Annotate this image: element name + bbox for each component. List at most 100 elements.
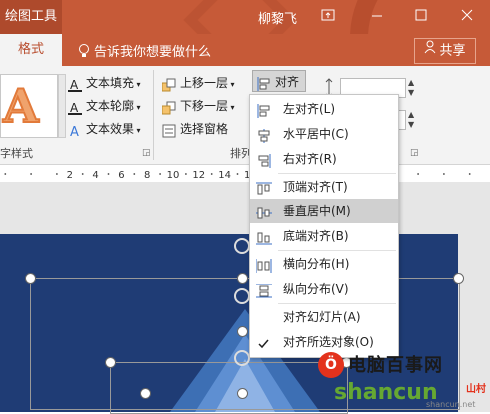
share-label: 共享 — [439, 43, 466, 59]
bring-forward-label: 上移一层 — [180, 76, 229, 90]
svg-text:A: A — [70, 125, 79, 138]
menu-separator — [278, 173, 396, 174]
align-button[interactable]: 对齐 ▾ — [252, 70, 306, 112]
width-spinner[interactable]: ▲ ▼ — [408, 110, 414, 130]
ruler-tick — [417, 173, 419, 175]
menu-separator — [278, 303, 396, 304]
menu-item-align-right[interactable]: 右对齐(R) — [250, 147, 398, 171]
ruler-tick — [159, 173, 162, 175]
selection-pane-button[interactable]: 选择窗格 — [162, 118, 228, 140]
ribbon-display-options-icon[interactable] — [317, 8, 339, 26]
rotate-handle-icon[interactable] — [234, 238, 250, 254]
align-bottom-icon — [256, 229, 272, 245]
ruler-label: 2 — [67, 170, 73, 181]
ruler-label: 4 — [92, 170, 98, 181]
selection-pane-label: 选择窗格 — [180, 122, 229, 136]
ruler-tick — [133, 173, 136, 175]
bring-forward-icon — [161, 77, 176, 91]
ruler-tick — [185, 173, 187, 175]
text-outline-icon: A — [68, 100, 82, 115]
user-name[interactable]: 柳黎飞 — [258, 8, 297, 27]
resize-handle[interactable] — [140, 388, 151, 399]
align-right-icon — [256, 152, 272, 168]
text-outline-label: 文本轮廓 — [86, 99, 135, 113]
send-backward-label: 下移一层 — [180, 99, 229, 113]
watermark-name: 电脑百事网 — [348, 355, 443, 376]
checkmark-icon — [256, 335, 272, 349]
wordart-gallery[interactable]: A — [0, 74, 58, 138]
size-dialog-launcher-icon[interactable]: ◲ — [410, 148, 419, 158]
send-backward-icon — [161, 100, 176, 114]
text-fill-label: 文本填充 — [86, 76, 135, 90]
align-middle-icon — [256, 204, 272, 219]
ruler-tick — [56, 173, 58, 175]
distribute-vertical-icon — [256, 282, 272, 298]
resize-handle[interactable] — [453, 273, 464, 284]
wordart-style-sample: A — [2, 78, 40, 134]
watermark-logo-icon: Ö — [318, 352, 344, 378]
tell-me-search[interactable]: 告诉我你想要做什么 — [94, 41, 211, 60]
menu-item-distribute-horizontal[interactable]: 横向分布(H) — [250, 252, 398, 276]
svg-text:A: A — [70, 101, 79, 115]
ruler-tick — [4, 173, 7, 175]
lightbulb-icon — [78, 43, 90, 62]
menu-item-align-bottom[interactable]: 底端对齐(B) — [250, 224, 398, 248]
ruler-tick — [107, 173, 110, 175]
ruler-tick — [30, 173, 32, 175]
text-fill-icon: A — [68, 77, 82, 92]
menu-item-distribute-vertical[interactable]: 纵向分布(V) — [250, 277, 398, 301]
ruler-tick — [468, 173, 471, 175]
menu-separator — [278, 250, 396, 251]
ruler-label: 12 — [192, 170, 205, 181]
ruler-label: 10 — [167, 170, 180, 181]
ruler-tick — [443, 173, 445, 175]
rotate-handle-icon[interactable] — [234, 288, 250, 304]
menu-item-align-left[interactable]: 左对齐(L) — [250, 97, 398, 121]
context-tab-drawing-tools: 绘图工具 — [0, 0, 62, 34]
menu-item-align-top[interactable]: 顶端对齐(T) — [250, 175, 398, 199]
ruler-tick — [210, 173, 213, 175]
align-left-icon — [256, 102, 272, 118]
align-label: 对齐 — [275, 75, 300, 89]
wordart-dialog-launcher-icon[interactable]: ◲ — [142, 148, 151, 158]
text-outline-button[interactable]: A 文本轮廓 ▾ — [68, 95, 141, 117]
ruler-label: 8 — [144, 170, 150, 181]
text-effect-button[interactable]: A 文本效果 ▾ — [68, 118, 141, 140]
tab-format[interactable]: 格式 — [0, 34, 62, 66]
watermark-site: shancun.net — [426, 400, 476, 409]
horizontal-ruler: 246810121416 — [0, 166, 490, 183]
ruler-tick — [236, 173, 239, 175]
rotate-handle-icon[interactable] — [234, 350, 250, 366]
ruler-label: 14 — [218, 170, 231, 181]
svg-text:A: A — [70, 78, 79, 92]
menu-item-align-to-slide[interactable]: 对齐幻灯片(A) — [250, 305, 398, 329]
text-fill-button[interactable]: A 文本填充 ▾ — [68, 72, 141, 94]
send-backward-button[interactable]: 下移一层 ▾ — [161, 95, 235, 117]
align-icon — [257, 76, 271, 91]
resize-handle[interactable] — [237, 388, 248, 399]
maximize-icon[interactable] — [410, 8, 432, 26]
resize-handle[interactable] — [237, 273, 248, 284]
text-effect-icon: A — [68, 123, 82, 140]
resize-handle[interactable] — [237, 326, 248, 337]
resize-handle[interactable] — [105, 357, 116, 368]
menu-item-align-center[interactable]: 水平居中(C) — [250, 122, 398, 146]
group-separator — [153, 70, 154, 160]
align-top-icon — [256, 180, 272, 195]
wordart-group-label: 字样式 — [0, 147, 33, 160]
text-effect-label: 文本效果 — [86, 122, 135, 136]
bring-forward-button[interactable]: 上移一层 ▾ — [161, 72, 235, 94]
align-center-icon — [256, 127, 272, 143]
watermark-domain: shancun — [334, 380, 438, 405]
wordart-gallery-scroll[interactable] — [58, 74, 66, 138]
menu-item-align-middle[interactable]: 垂直居中(M) — [250, 199, 398, 223]
selection-pane-icon — [162, 123, 176, 137]
close-icon[interactable] — [456, 8, 478, 26]
share-button[interactable]: 共享 — [414, 38, 476, 64]
height-spinner[interactable]: ▲ ▼ — [408, 78, 414, 98]
ruler-label: 6 — [118, 170, 124, 181]
minimize-icon[interactable] — [366, 8, 388, 26]
align-dropdown-menu: 左对齐(L) 水平居中(C) 右对齐(R) 顶端对齐(T) 垂直居中(M) 底端… — [249, 94, 399, 358]
resize-handle[interactable] — [25, 273, 36, 284]
ruler-ticks: 246810121416 — [4, 170, 471, 181]
